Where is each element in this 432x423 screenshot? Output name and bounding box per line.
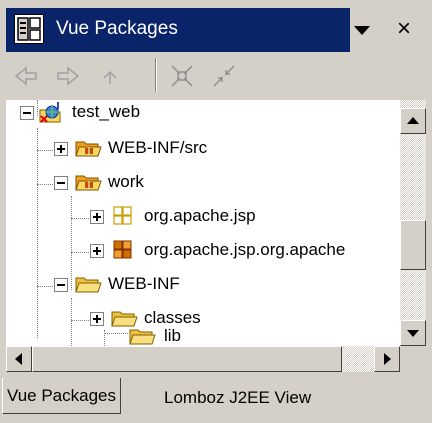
tree-item-label: lib xyxy=(164,326,182,345)
toolbar-separator xyxy=(155,58,157,92)
folder-open-icon xyxy=(128,324,156,346)
view-tabs: Vue Packages Lomboz J2EE View xyxy=(0,374,432,423)
packages-view-icon xyxy=(14,14,44,44)
collapse-toggle[interactable] xyxy=(54,278,68,292)
scrollbar-corner xyxy=(400,346,426,372)
collapse-all-icon[interactable] xyxy=(168,62,196,90)
expand-toggle[interactable] xyxy=(90,210,104,224)
tree-item-label: WEB-INF/src xyxy=(108,138,208,157)
scroll-left-button[interactable] xyxy=(6,346,32,372)
back-arrow-icon[interactable] xyxy=(12,62,40,90)
package-tree[interactable]: test_web WEB-INF/src work org.apache.jsp… xyxy=(6,100,400,346)
tree-item-label: WEB-INF xyxy=(108,274,180,293)
web-project-icon xyxy=(38,100,64,124)
horizontal-scroll-thumb[interactable] xyxy=(32,346,342,372)
collapse-toggle[interactable] xyxy=(54,176,68,190)
vertical-scroll-thumb[interactable] xyxy=(400,220,426,270)
vertical-scrollbar[interactable] xyxy=(400,100,426,346)
horizontal-scrollbar[interactable] xyxy=(6,346,400,372)
up-arrow-icon[interactable] xyxy=(96,62,124,90)
tree-item-web-inf-src[interactable]: WEB-INF/src xyxy=(6,134,396,168)
expand-toggle[interactable] xyxy=(90,312,104,326)
scroll-up-button[interactable] xyxy=(400,108,426,134)
tree-item-lib[interactable]: lib xyxy=(6,326,396,346)
view-toolbar xyxy=(6,54,420,98)
forward-arrow-icon[interactable] xyxy=(54,62,82,90)
view-titlebar[interactable]: Vue Packages × xyxy=(6,8,420,52)
empty-package-icon xyxy=(110,204,136,228)
tree-item-label: work xyxy=(108,172,144,191)
tree-item-org-apache-jsp-org-apache[interactable]: org.apache.jsp.org.apache xyxy=(6,236,400,270)
tree-item-web-inf[interactable]: WEB-INF xyxy=(6,270,396,304)
tree-item-test-web[interactable]: test_web xyxy=(6,100,396,134)
scroll-down-button[interactable] xyxy=(400,320,426,346)
collapse-toggle[interactable] xyxy=(20,106,34,120)
view-title: Vue Packages xyxy=(56,18,178,39)
tree-item-work[interactable]: work xyxy=(6,168,396,202)
tree-item-label: org.apache.jsp xyxy=(144,206,256,225)
link-with-editor-icon[interactable] xyxy=(210,62,238,90)
expand-toggle[interactable] xyxy=(54,142,68,156)
close-button[interactable]: × xyxy=(392,16,416,42)
package-icon xyxy=(110,238,136,262)
folder-open-icon xyxy=(74,272,102,296)
tree-item-label: test_web xyxy=(72,102,141,121)
vue-packages-view: Vue Packages × test_web WEB-INF/src work… xyxy=(0,0,432,423)
tree-item-org-apache-jsp[interactable]: org.apache.jsp xyxy=(6,202,396,236)
source-folder-icon xyxy=(74,170,102,194)
source-folder-icon xyxy=(74,136,102,160)
tab-lomboz-j2ee-view[interactable]: Lomboz J2EE View xyxy=(160,380,315,416)
tree-item-label: org.apache.jsp.org.apache xyxy=(144,240,346,259)
titlebar-controls: × xyxy=(350,8,420,52)
tab-vue-packages[interactable]: Vue Packages xyxy=(2,378,121,414)
scroll-right-button[interactable] xyxy=(374,346,400,372)
chevron-down-icon[interactable] xyxy=(350,18,374,42)
expand-toggle[interactable] xyxy=(90,244,104,258)
